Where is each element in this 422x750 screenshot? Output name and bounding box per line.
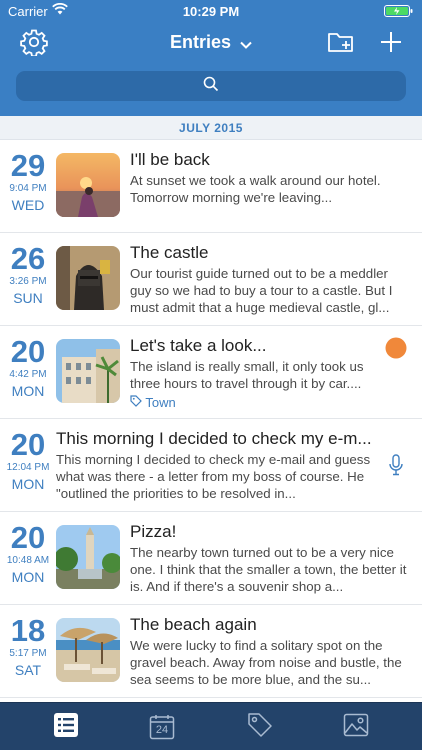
entry-preview: This morning I decided to check my e-mai… — [56, 452, 371, 501]
entry-row[interactable]: 20 4:42 PM MON Let's take a look... The … — [0, 326, 422, 419]
entry-preview: At sunset we took a walk around our hote… — [130, 173, 381, 205]
microphone-icon — [388, 454, 404, 476]
new-folder-icon — [327, 30, 355, 59]
tag-icon — [130, 395, 145, 410]
nav-bar: Entries — [0, 22, 422, 66]
search-input[interactable] — [16, 71, 406, 101]
calendar-day-label: 24 — [155, 724, 169, 736]
battery-icon — [384, 5, 414, 17]
entry-preview: Our tourist guide turned out to be a med… — [130, 266, 393, 315]
entry-time: 12:04 PM — [6, 462, 50, 473]
entries-title-dropdown[interactable]: Entries — [0, 32, 422, 54]
entry-photo-knight — [56, 246, 120, 310]
add-entry-button[interactable] — [375, 28, 407, 60]
entry-time: 5:17 PM — [9, 648, 47, 659]
entry-title: The beach again — [130, 615, 257, 634]
tab-list[interactable] — [52, 712, 80, 743]
tag-icon — [247, 712, 273, 743]
entry-weekday: SUN — [13, 290, 43, 306]
entry-row[interactable]: 26 3:26 PM SUN The castle Our tourist gu… — [0, 233, 422, 326]
entry-title: This morning I decided to check my e-m..… — [56, 429, 372, 448]
entry-time: 10:48 AM — [6, 555, 50, 566]
tab-calendar[interactable]: 24 — [148, 713, 176, 741]
entry-photo-sunset — [56, 153, 120, 217]
tag-label: Town — [145, 395, 176, 410]
entry-title: Pizza! — [130, 522, 177, 541]
status-time: 10:29 PM — [182, 4, 240, 19]
tab-tags[interactable] — [246, 712, 274, 743]
month-section-header: JULY 2015 — [0, 116, 422, 140]
entry-time: 4:42 PM — [9, 369, 47, 380]
tab-photos[interactable] — [342, 713, 370, 741]
list-icon — [53, 712, 79, 743]
entry-date: 20 12:04 PM MON — [0, 429, 56, 493]
entry-weekday: SAT — [14, 662, 42, 678]
status-bar: Carrier 10:29 PM — [0, 0, 422, 22]
entry-weekday: MON — [11, 383, 45, 399]
entry-day: 20 — [10, 334, 46, 369]
search-icon — [203, 76, 219, 97]
entry-row[interactable]: 20 12:04 PM MON This morning I decided t… — [0, 419, 422, 512]
entry-time: 9:04 PM — [9, 183, 47, 194]
entry-row[interactable]: 18 5:17 PM SAT The beach again We were l… — [0, 605, 422, 698]
entry-preview: We were lucky to find a solitary spot on… — [130, 638, 402, 687]
entry-day: 29 — [10, 148, 46, 183]
plus-icon — [379, 30, 403, 59]
page-title: Entries — [169, 32, 231, 52]
entry-title: Let's take a look... — [130, 336, 267, 355]
chevron-down-icon — [240, 33, 252, 54]
entry-weekday: WED — [11, 197, 45, 213]
top-bar: Carrier 10:29 PM Entries — [0, 0, 422, 116]
entry-date: 20 10:48 AM MON — [0, 522, 56, 586]
entry-photo-beach — [56, 618, 120, 682]
color-indicator — [385, 337, 407, 359]
entry-date: 29 9:04 PM WED — [0, 150, 56, 214]
entry-date: 26 3:26 PM SUN — [0, 243, 56, 307]
entry-day: 20 — [10, 427, 46, 462]
entry-title: The castle — [130, 243, 209, 262]
entry-row[interactable]: 20 10:48 AM MON Pizza! The nearby town t… — [0, 512, 422, 605]
entry-date: 20 4:42 PM MON — [0, 336, 56, 400]
entry-weekday: MON — [11, 569, 45, 585]
calendar-icon: 24 — [149, 714, 175, 740]
entry-preview: The nearby town turned out to be a very … — [130, 545, 407, 594]
entry-preview: The island is really small, it only took… — [130, 359, 364, 391]
entry-tag[interactable]: Town — [130, 395, 176, 410]
new-folder-button[interactable] — [325, 28, 357, 60]
entry-title: I'll be back — [130, 150, 210, 169]
photo-icon — [343, 712, 369, 743]
entry-weekday: MON — [11, 476, 45, 492]
entry-day: 18 — [10, 613, 46, 648]
entry-day: 26 — [10, 241, 46, 276]
entry-day: 20 — [10, 520, 46, 555]
entry-photo-town — [56, 339, 120, 403]
entries-list[interactable]: 29 9:04 PM WED I'll be back At sunset we… — [0, 140, 422, 702]
entry-row[interactable]: 29 9:04 PM WED I'll be back At sunset we… — [0, 140, 422, 233]
tab-bar: 24 — [0, 702, 422, 750]
entry-photo-square — [56, 525, 120, 589]
entry-time: 3:26 PM — [9, 276, 47, 287]
entry-date: 18 5:17 PM SAT — [0, 615, 56, 679]
